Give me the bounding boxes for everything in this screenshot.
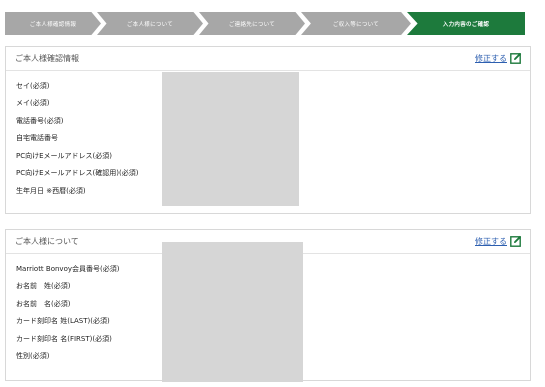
section-header: ご本人様確認情報 修正する bbox=[6, 47, 530, 71]
section-title: ご本人様について bbox=[15, 237, 79, 246]
edit-icon[interactable] bbox=[510, 235, 522, 247]
step-identity-confirmation: ご本人様確認情報 bbox=[5, 12, 101, 35]
edit-about-you-link[interactable]: 修正する bbox=[475, 235, 522, 247]
edit-icon[interactable] bbox=[510, 52, 522, 64]
section-title: ご本人様確認情報 bbox=[15, 54, 79, 63]
edit-label[interactable]: 修正する bbox=[475, 236, 507, 247]
step-contact: ご連絡先について bbox=[199, 12, 305, 35]
edit-label[interactable]: 修正する bbox=[475, 53, 507, 64]
step-income: ご収入等について bbox=[301, 12, 411, 35]
redacted-values bbox=[162, 242, 303, 382]
step-review-active: 入力内容のご確認 bbox=[407, 12, 525, 35]
progress-steps: ご本人様確認情報 ご本人様について ご連絡先について ご収入等について 入力内容… bbox=[5, 12, 525, 35]
section-about-you: ご本人様について 修正する Marriott Bonvoy会員番号(必須) お名… bbox=[5, 229, 531, 382]
edit-identity-link[interactable]: 修正する bbox=[475, 52, 522, 64]
section-identity-info: ご本人様確認情報 修正する セイ(必須) メイ(必須) 電話番号(必須) 自宅電… bbox=[5, 46, 531, 214]
step-about-you: ご本人様について bbox=[97, 12, 203, 35]
redacted-values bbox=[162, 72, 299, 206]
